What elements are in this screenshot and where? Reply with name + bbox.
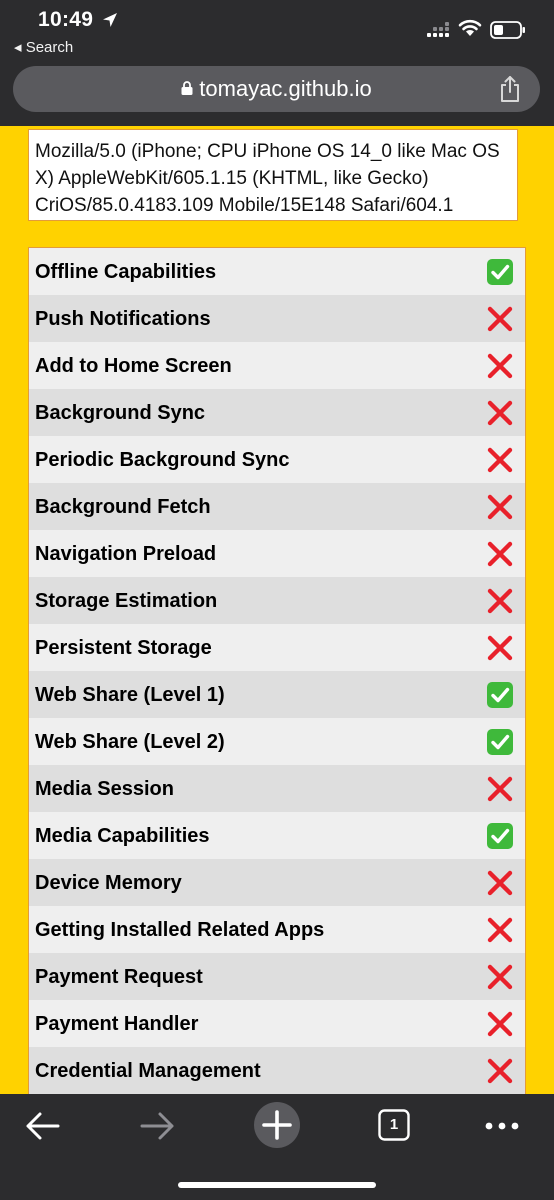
url-text: tomayac.github.io xyxy=(199,76,372,101)
back-to-search-link[interactable]: ◂ Search xyxy=(14,38,73,56)
cross-mark-icon xyxy=(487,1058,513,1084)
tab-switcher-button[interactable]: 1 xyxy=(378,1109,410,1141)
feature-row: Background Sync xyxy=(29,389,525,436)
feature-row: Web Share (Level 1) xyxy=(29,671,525,718)
tab-count: 1 xyxy=(389,1116,399,1133)
url-display[interactable]: tomayac.github.io xyxy=(13,76,540,102)
cellular-signal-icon xyxy=(427,22,449,37)
status-time: 10:49 xyxy=(38,8,94,31)
feature-label: Payment Handler xyxy=(35,1013,199,1035)
feature-label: Credential Management xyxy=(35,1060,261,1082)
battery-icon xyxy=(490,21,525,39)
back-arrow-icon[interactable] xyxy=(20,1108,64,1144)
feature-row: Media Capabilities xyxy=(29,812,525,859)
feature-label: Periodic Background Sync xyxy=(35,449,290,471)
feature-row: Offline Capabilities xyxy=(29,248,525,295)
address-bar[interactable]: tomayac.github.io xyxy=(13,66,540,112)
cross-mark-icon xyxy=(487,917,513,943)
web-page-content: Mozilla/5.0 (iPhone; CPU iPhone OS 14_0 … xyxy=(0,126,554,1094)
feature-label: Web Share (Level 2) xyxy=(35,731,225,753)
feature-row: Web Share (Level 2) xyxy=(29,718,525,765)
feature-row: Payment Request xyxy=(29,953,525,1000)
feature-label: Device Memory xyxy=(35,872,182,894)
cross-mark-icon xyxy=(487,635,513,661)
home-indicator xyxy=(178,1182,376,1188)
cross-mark-icon xyxy=(487,776,513,802)
feature-row: Add to Home Screen xyxy=(29,342,525,389)
cross-mark-icon xyxy=(487,588,513,614)
cross-mark-icon xyxy=(487,306,513,332)
feature-label: Push Notifications xyxy=(35,308,211,330)
check-mark-icon xyxy=(487,682,513,708)
status-bar: 10:49 ◂ Search xyxy=(0,0,554,62)
feature-row: Device Memory xyxy=(29,859,525,906)
feature-support-table: Offline Capabilities Push Notifications Ad… xyxy=(28,247,526,1094)
feature-label: Persistent Storage xyxy=(35,637,212,659)
user-agent-text: Mozilla/5.0 (iPhone; CPU iPhone OS 14_0 … xyxy=(28,129,518,221)
more-options-icon[interactable] xyxy=(480,1108,524,1144)
lock-icon xyxy=(181,81,193,95)
cross-mark-icon xyxy=(487,494,513,520)
feature-label: Web Share (Level 1) xyxy=(35,684,225,706)
cross-mark-icon xyxy=(487,400,513,426)
feature-label: Payment Request xyxy=(35,966,203,988)
feature-row: Payment Handler xyxy=(29,1000,525,1047)
feature-row: Push Notifications xyxy=(29,295,525,342)
forward-arrow-icon[interactable] xyxy=(136,1108,180,1144)
share-icon[interactable] xyxy=(498,75,522,103)
cross-mark-icon xyxy=(487,541,513,567)
wifi-icon xyxy=(458,19,482,36)
feature-label: Media Session xyxy=(35,778,174,800)
feature-row: Navigation Preload xyxy=(29,530,525,577)
cross-mark-icon xyxy=(487,1011,513,1037)
cross-mark-icon xyxy=(487,353,513,379)
feature-row: Storage Estimation xyxy=(29,577,525,624)
feature-label: Media Capabilities xyxy=(35,825,210,847)
feature-row: Background Fetch xyxy=(29,483,525,530)
new-tab-plus-icon[interactable] xyxy=(253,1101,301,1149)
feature-label: Getting Installed Related Apps xyxy=(35,919,325,941)
feature-row: Media Session xyxy=(29,765,525,812)
cross-mark-icon xyxy=(487,870,513,896)
location-arrow-icon xyxy=(103,13,117,27)
feature-row: Periodic Background Sync xyxy=(29,436,525,483)
feature-label: Add to Home Screen xyxy=(35,355,232,377)
feature-row: Credential Management xyxy=(29,1047,525,1094)
check-mark-icon xyxy=(487,823,513,849)
check-mark-icon xyxy=(487,259,513,285)
feature-row: Getting Installed Related Apps xyxy=(29,906,525,953)
cross-mark-icon xyxy=(487,447,513,473)
check-mark-icon xyxy=(487,729,513,755)
feature-label: Background Sync xyxy=(35,402,206,424)
feature-label: Navigation Preload xyxy=(35,543,217,565)
cross-mark-icon xyxy=(487,964,513,990)
feature-label: Offline Capabilities xyxy=(35,261,217,283)
feature-label: Background Fetch xyxy=(35,496,211,518)
feature-row: Persistent Storage xyxy=(29,624,525,671)
feature-label: Storage Estimation xyxy=(35,590,218,612)
